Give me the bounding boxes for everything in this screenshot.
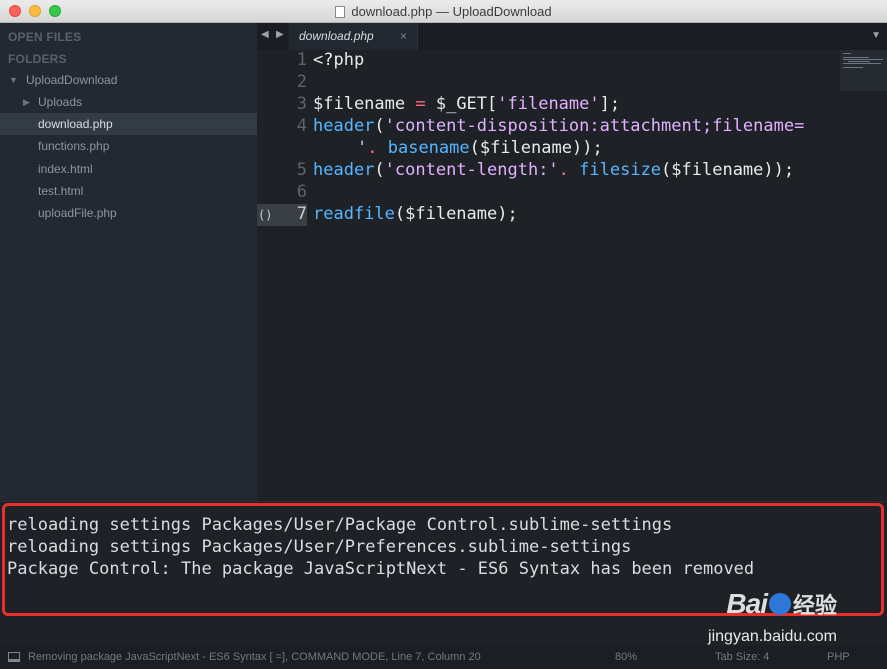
sidebar-item-test-html[interactable]: test.html (0, 180, 257, 202)
close-icon[interactable]: × (400, 29, 407, 43)
sidebar-item-label: Uploads (38, 95, 83, 109)
code-token: ($filename)); (469, 138, 603, 158)
tab-next-icon[interactable]: ▶ (276, 29, 284, 40)
code-editor[interactable]: 1 2 3 4 5 6 7 () <?php $filename = $_GET… (257, 50, 887, 501)
zoom-level: 80% (615, 651, 638, 663)
project-folder[interactable]: ▼ UploadDownload (0, 69, 257, 91)
panel-toggle-icon[interactable] (8, 652, 20, 662)
sidebar-item-download-php[interactable]: download.php (0, 113, 257, 135)
code-token: ( (374, 116, 385, 136)
sidebar: OPEN FILES FOLDERS ▼ UploadDownload ▶ Up… (0, 23, 257, 501)
line-number: 4 (296, 116, 307, 136)
status-message: Removing package JavaScriptNext - ES6 Sy… (28, 651, 481, 663)
code-token: header (313, 160, 375, 180)
chevron-right-icon: ▶ (23, 97, 30, 107)
status-bar: Removing package JavaScriptNext - ES6 Sy… (0, 646, 887, 669)
paw-icon (768, 593, 791, 615)
watermark-url: jingyan.baidu.com (708, 628, 837, 645)
line-number: 1 (296, 50, 307, 70)
document-icon (335, 6, 346, 18)
watermark-brand-cn: 经验 (792, 593, 837, 618)
project-folder-label: UploadDownload (26, 73, 118, 87)
tab-dropdown-icon[interactable]: ▼ (871, 30, 881, 41)
bracket-match-icon: () (258, 208, 273, 222)
code-line-4-wrap: '. basename($filename)); (357, 138, 603, 158)
code-token: $_GET[ (435, 94, 498, 114)
code-token: $filename (313, 94, 406, 114)
sidebar-item-uploadfile-php[interactable]: uploadFile.php (0, 202, 257, 224)
line-number: 3 (296, 94, 307, 114)
line-number: 2 (296, 72, 307, 92)
sidebar-item-label: index.html (38, 162, 93, 176)
code-token: = (405, 94, 436, 114)
tab-label: download.php (299, 29, 374, 43)
sidebar-item-label: functions.php (38, 139, 110, 153)
tab-prev-icon[interactable]: ◀ (261, 29, 269, 40)
line-number: 5 (296, 160, 307, 180)
sidebar-item-functions-php[interactable]: functions.php (0, 135, 257, 157)
code-token: 'filename' (497, 94, 600, 114)
title-bar: download.php — UploadDownload (0, 0, 887, 23)
sidebar-item-index-html[interactable]: index.html (0, 158, 257, 180)
tab-download-php[interactable]: download.php × (289, 23, 418, 50)
folders-heading: FOLDERS (8, 52, 67, 66)
code-token: filesize (579, 160, 662, 180)
code-token: . (558, 160, 580, 180)
code-token: ($filename)); (661, 160, 795, 180)
code-token: <?php (313, 50, 365, 70)
window-title: download.php — UploadDownload (351, 4, 552, 19)
code-token: header (313, 116, 375, 136)
code-token: ]; (599, 94, 621, 114)
code-token: 'content-length:' (384, 160, 559, 180)
line-number: 6 (296, 182, 307, 202)
code-token: basename (387, 138, 470, 158)
chevron-down-icon: ▼ (9, 75, 18, 85)
code-token: readfile (313, 204, 395, 224)
sidebar-item-label: download.php (38, 117, 113, 131)
open-files-heading: OPEN FILES (8, 30, 82, 44)
sidebar-item-uploads[interactable]: ▶ Uploads (0, 91, 257, 113)
code-line-1: <?php (313, 50, 364, 70)
code-line-5: header('content-length:'. filesize($file… (313, 160, 794, 180)
sidebar-item-label: uploadFile.php (38, 206, 117, 220)
sidebar-item-label: test.html (38, 184, 84, 198)
tab-size-selector[interactable]: Tab Size: 4 (715, 651, 769, 663)
code-token: 'content-disposition:attachment;filename… (384, 116, 805, 136)
code-token: ($filename); (394, 204, 518, 224)
code-line-4: header('content-disposition:attachment;f… (313, 116, 804, 136)
code-token: ' (357, 138, 368, 158)
minimap[interactable] (840, 50, 887, 91)
watermark-logo: Bai 经验 (726, 588, 837, 620)
code-line-3: $filename = $_GET['filename']; (313, 94, 620, 114)
syntax-selector[interactable]: PHP (827, 651, 850, 663)
window-title-wrap: download.php — UploadDownload (0, 4, 887, 19)
watermark-brand: Bai (726, 588, 768, 619)
code-token: ( (374, 160, 385, 180)
code-line-7: readfile($filename); (313, 204, 518, 224)
code-token: . (367, 138, 388, 158)
